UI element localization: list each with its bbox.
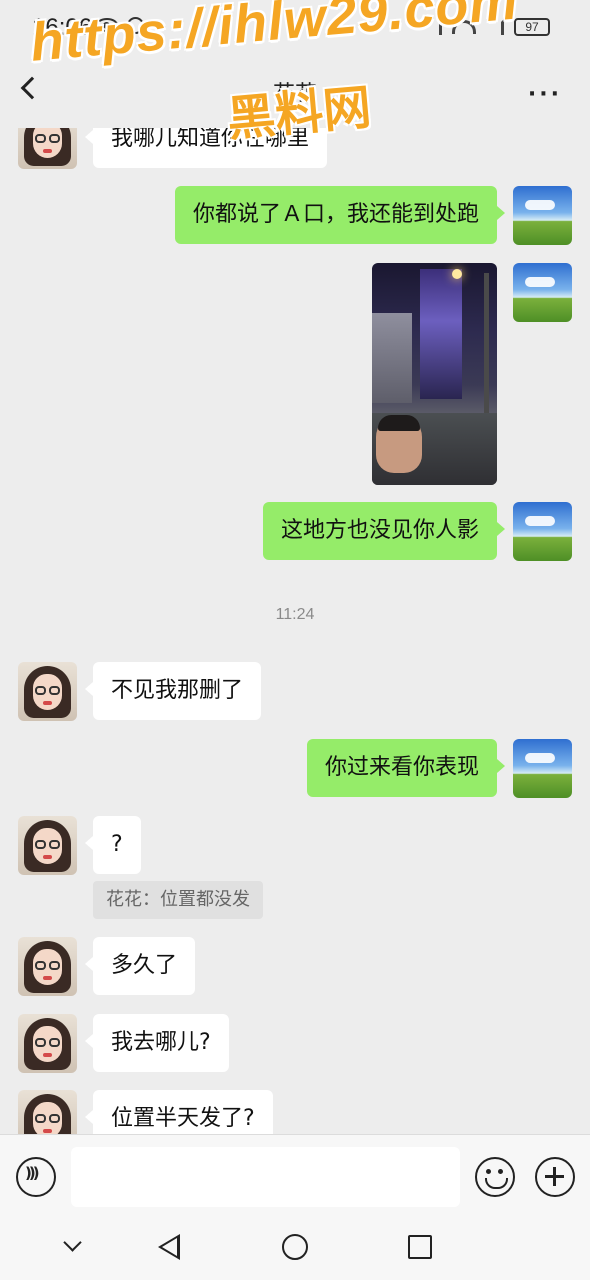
signal-icon: [486, 19, 504, 35]
chat-message-list[interactable]: 我哪儿知道你在哪里 你都说了Ａ口，我还能到处跑 这地方也没见你人影 11:24 …: [0, 128, 590, 1134]
chevron-down-icon[interactable]: [63, 1233, 82, 1252]
photo-thumbnail[interactable]: [372, 263, 497, 485]
message-timestamp: 11:24: [275, 606, 315, 623]
plus-icon[interactable]: [535, 1157, 575, 1197]
message-bubble-incoming[interactable]: ?: [85, 816, 141, 874]
message-bubble-incoming[interactable]: 不见我那删了: [84, 662, 262, 720]
status-time: 16:06: [32, 14, 93, 41]
message-bubble-outgoing[interactable]: 你过来看你表现: [306, 739, 506, 797]
status-bar: 16:06 97: [0, 0, 590, 58]
voice-icon[interactable]: [16, 1157, 56, 1197]
contact-avatar[interactable]: [18, 937, 77, 996]
message-bubble-incoming[interactable]: 我去哪儿?: [85, 1014, 229, 1072]
my-avatar[interactable]: [513, 739, 572, 798]
contact-avatar[interactable]: [18, 662, 77, 721]
eye-icon: [96, 18, 118, 32]
message-bubble-incoming[interactable]: 多久了: [84, 937, 196, 995]
chat-title: 花花: [272, 82, 317, 107]
system-note: 花花：位置都没发: [93, 881, 263, 919]
contact-avatar[interactable]: [18, 1090, 77, 1134]
message-row: 我去哪儿?: [0, 1014, 590, 1074]
message-bubble-outgoing[interactable]: 这地方也没见你人影: [262, 502, 506, 560]
recents-square-icon[interactable]: [408, 1235, 432, 1259]
message-row: [0, 128, 590, 488]
message-row: 这地方也没见你人影: [0, 502, 590, 562]
status-icons: 97: [424, 18, 550, 36]
contact-avatar[interactable]: [18, 1014, 77, 1073]
my-avatar[interactable]: [513, 502, 572, 561]
system-nav-bar: [0, 1218, 590, 1280]
vibrate-icon: [424, 19, 442, 35]
back-triangle-icon[interactable]: [158, 1234, 180, 1260]
message-row: 不见我那删了: [0, 662, 590, 722]
emoji-icon[interactable]: [475, 1157, 515, 1197]
wifi-icon: [452, 20, 476, 34]
message-row: 你过来看你表现: [0, 739, 590, 799]
home-circle-icon[interactable]: [282, 1234, 308, 1260]
message-input[interactable]: [71, 1147, 460, 1207]
message-row: 多久了: [0, 937, 590, 997]
message-bubble-incoming[interactable]: 位置半天发了?: [85, 1090, 273, 1134]
chat-header: 花花 ···: [0, 58, 590, 128]
message-row: 位置半天发了?: [0, 1090, 590, 1134]
message-row: ?: [0, 816, 590, 876]
alarm-icon: [127, 17, 144, 34]
my-avatar[interactable]: [513, 263, 572, 322]
contact-avatar[interactable]: [18, 816, 77, 875]
message-input-bar: [0, 1134, 590, 1218]
more-options-icon[interactable]: ···: [528, 82, 562, 107]
battery-icon: 97: [514, 18, 550, 36]
